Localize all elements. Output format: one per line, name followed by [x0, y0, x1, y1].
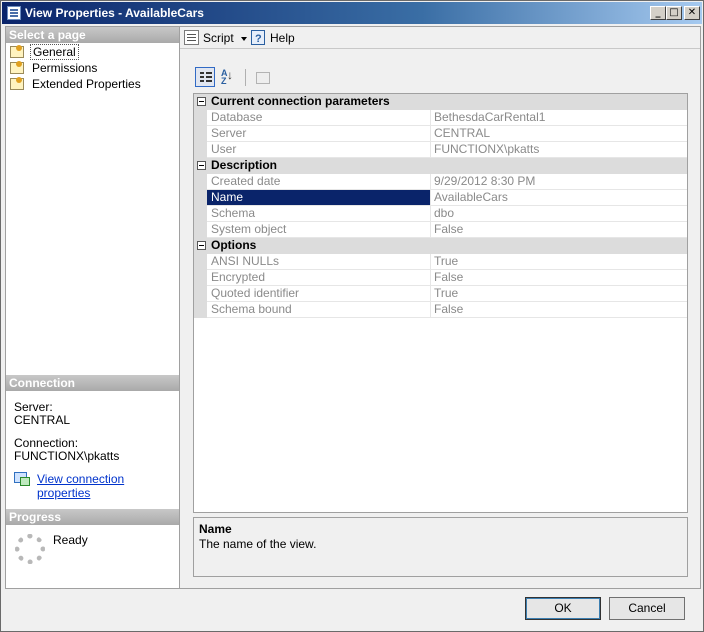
property-name: Encrypted [207, 270, 431, 285]
chevron-down-icon [235, 29, 247, 47]
category-description[interactable]: Description [194, 158, 687, 174]
row-gutter [194, 174, 207, 190]
connection-value: FUNCTIONX\pkatts [14, 449, 120, 463]
property-pages-button[interactable] [252, 67, 272, 87]
property-name: ANSI NULLs [207, 254, 431, 269]
property-value: True [434, 254, 459, 268]
category-label: Options [211, 238, 257, 252]
script-label: Script [203, 31, 234, 45]
left-panel: Select a page General Permissions Extend… [5, 26, 180, 589]
toolbar: Script Help [180, 27, 700, 49]
row-gutter [194, 142, 207, 158]
alphabetical-sort-button[interactable]: A Z ↓ [217, 67, 237, 87]
property-row-encrypted[interactable]: Encrypted False [194, 270, 687, 286]
property-row-user[interactable]: User FUNCTIONX\pkatts [194, 142, 687, 158]
progress-spinner-icon [15, 534, 45, 564]
page-label: General [30, 44, 79, 60]
select-page-header: Select a page [6, 27, 179, 43]
row-gutter [194, 270, 207, 286]
category-options[interactable]: Options [194, 238, 687, 254]
help-button[interactable]: Help [251, 29, 296, 48]
category-label: Description [211, 158, 278, 172]
row-gutter [194, 286, 207, 302]
connection-properties-icon [14, 471, 30, 486]
row-gutter [194, 110, 207, 126]
property-value: FUNCTIONX\pkatts [434, 142, 540, 156]
property-value: 9/29/2012 8:30 PM [434, 174, 536, 188]
view-properties-dialog: View Properties - AvailableCars _ □ ✕ Se… [0, 0, 704, 632]
server-value: CENTRAL [14, 413, 71, 427]
window-title: View Properties - AvailableCars [25, 6, 204, 20]
property-value: True [434, 286, 459, 300]
property-value: False [434, 270, 464, 284]
property-row-quoted-identifier[interactable]: Quoted identifier True [194, 286, 687, 302]
property-value: CENTRAL [434, 126, 491, 140]
row-gutter [194, 206, 207, 222]
description-body: The name of the view. [199, 537, 317, 551]
description-title: Name [199, 522, 232, 536]
window-icon [7, 6, 21, 20]
page-label: Permissions [32, 61, 98, 75]
view-connection-properties-link[interactable]: View connection properties [37, 472, 179, 500]
progress-status: Ready [53, 533, 88, 547]
property-value: False [434, 222, 464, 236]
row-gutter [194, 190, 207, 206]
page-icon [10, 45, 24, 58]
property-name: Server [207, 126, 431, 141]
property-row-server[interactable]: Server CENTRAL [194, 126, 687, 142]
categorized-view-button[interactable] [195, 67, 215, 87]
property-row-ansi-nulls[interactable]: ANSI NULLs True [194, 254, 687, 270]
collapse-icon[interactable] [197, 97, 206, 106]
property-grid: Current connection parameters Database B… [193, 93, 688, 513]
property-value: BethesdaCarRental1 [434, 110, 546, 124]
page-icon [10, 61, 24, 74]
help-icon [251, 30, 265, 48]
page-label: Extended Properties [32, 77, 141, 91]
help-label: Help [270, 31, 295, 45]
row-gutter [194, 254, 207, 270]
property-row-schema-bound[interactable]: Schema bound False [194, 302, 687, 318]
property-name: Schema [207, 206, 431, 221]
category-current-connection-parameters[interactable]: Current connection parameters [194, 94, 687, 110]
property-row-name[interactable]: Name AvailableCars [194, 190, 687, 206]
script-button[interactable]: Script [184, 29, 247, 47]
property-row-system-object[interactable]: System object False [194, 222, 687, 238]
connection-header: Connection [6, 375, 179, 391]
minimize-button[interactable]: _ [650, 6, 666, 20]
toolbar-divider [245, 69, 246, 86]
script-icon [184, 30, 199, 45]
close-button[interactable]: ✕ [684, 6, 700, 20]
property-value: dbo [434, 206, 455, 220]
property-value: False [434, 302, 464, 316]
row-gutter [194, 126, 207, 142]
maximize-button[interactable]: □ [666, 6, 682, 20]
property-description-panel: Name The name of the view. [193, 517, 688, 577]
property-name: Schema bound [207, 302, 431, 317]
property-name: Created date [207, 174, 431, 189]
property-row-database[interactable]: Database BethesdaCarRental1 [194, 110, 687, 126]
property-value: AvailableCars [434, 190, 508, 204]
property-name: Database [207, 110, 431, 125]
progress-header: Progress [6, 509, 179, 525]
property-name: Name [207, 190, 431, 205]
collapse-icon[interactable] [197, 161, 206, 170]
cancel-button[interactable]: Cancel [609, 597, 685, 620]
property-row-created-date[interactable]: Created date 9/29/2012 8:30 PM [194, 174, 687, 190]
property-row-schema[interactable]: Schema dbo [194, 206, 687, 222]
category-label: Current connection parameters [211, 94, 390, 108]
row-gutter [194, 222, 207, 238]
property-name: System object [207, 222, 431, 237]
right-panel: Script Help AZ↓ Current connection param… [180, 26, 701, 589]
title-bar[interactable]: View Properties - AvailableCars _ □ ✕ [2, 2, 702, 24]
ok-button[interactable]: OK [525, 597, 601, 620]
page-icon [10, 77, 24, 90]
collapse-icon[interactable] [197, 241, 206, 250]
row-gutter [194, 302, 207, 318]
property-name: User [207, 142, 431, 157]
property-name: Quoted identifier [207, 286, 431, 301]
